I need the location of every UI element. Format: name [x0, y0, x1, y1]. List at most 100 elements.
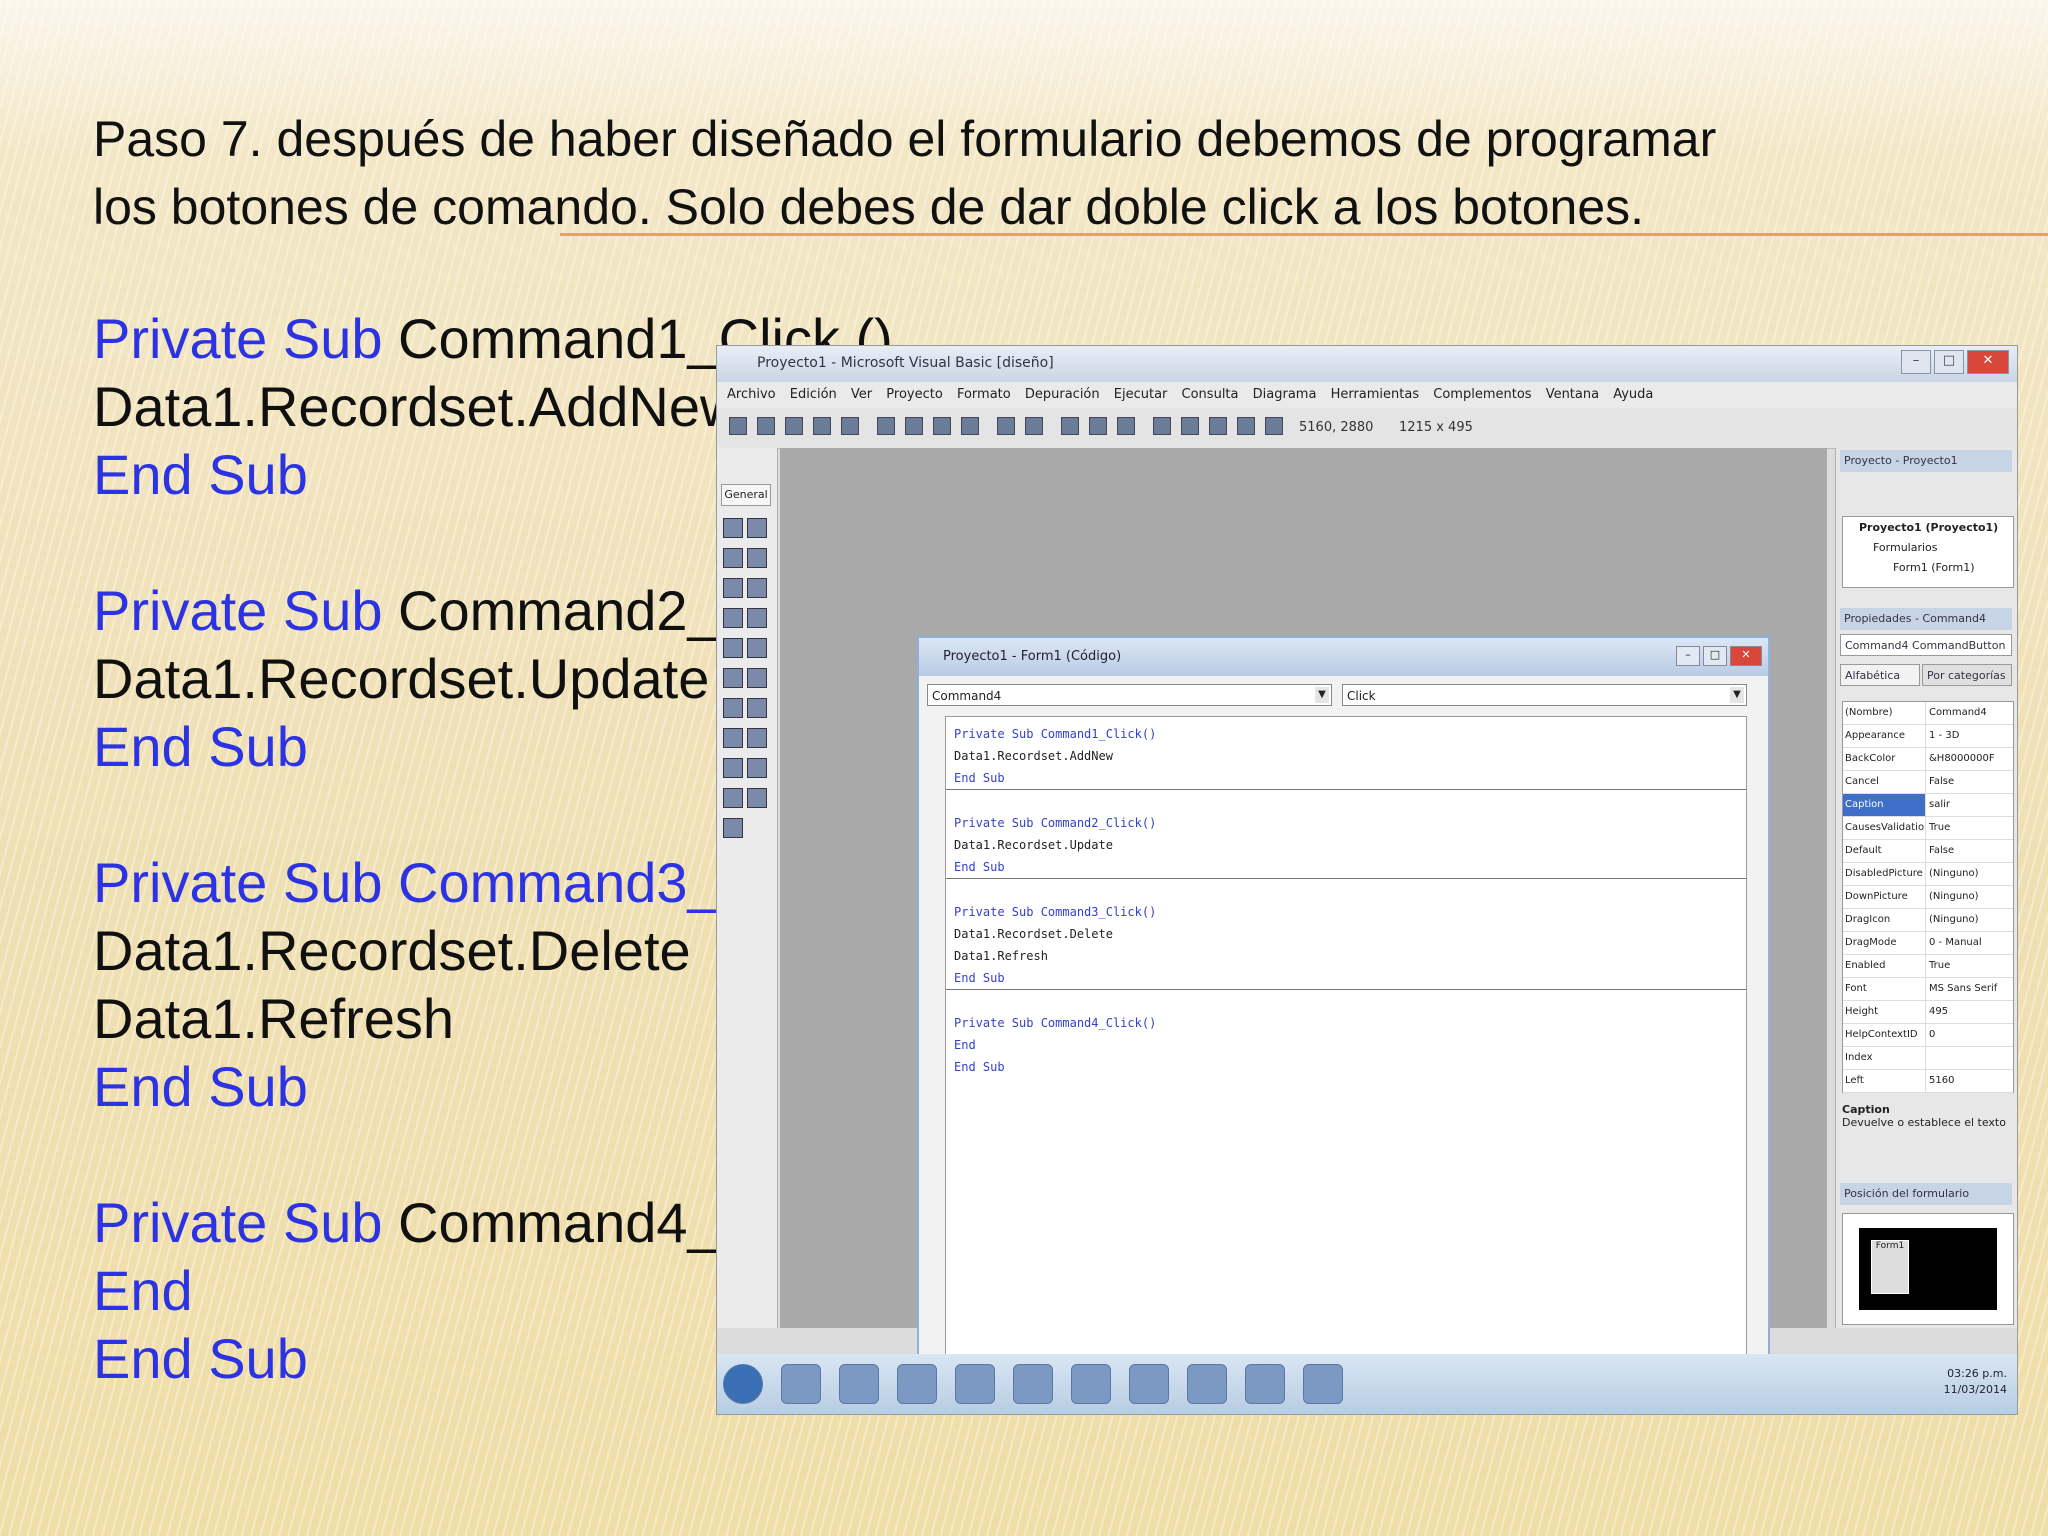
menu-edicion[interactable]: Edición [790, 387, 837, 402]
property-row[interactable]: DragIcon (Ninguno) [1843, 909, 2013, 932]
code-close-button[interactable]: ✕ [1730, 646, 1762, 666]
code-minimize-button[interactable]: – [1676, 646, 1700, 666]
properties-object-select[interactable]: Command4 CommandButton [1840, 634, 2012, 656]
timer-icon[interactable] [723, 698, 743, 718]
textbox-icon[interactable] [747, 548, 767, 568]
add-form-icon[interactable] [757, 417, 775, 435]
frame-icon[interactable] [723, 578, 743, 598]
combobox-icon[interactable] [723, 638, 743, 658]
dirlistbox-icon[interactable] [723, 728, 743, 748]
property-row[interactable]: Default False [1843, 840, 2013, 863]
toolbox-general-tab[interactable]: General [721, 484, 771, 506]
project-explorer-icon[interactable] [1153, 417, 1171, 435]
drivelistbox-icon[interactable] [747, 698, 767, 718]
cut-icon[interactable] [877, 417, 895, 435]
menu-formato[interactable]: Formato [957, 387, 1011, 402]
menu-consulta[interactable]: Consulta [1182, 387, 1239, 402]
object-combo[interactable]: Command4 ▼ [927, 684, 1332, 706]
visual-basic-icon[interactable] [1303, 1364, 1343, 1404]
paste-icon[interactable] [933, 417, 951, 435]
save-icon[interactable] [841, 417, 859, 435]
property-row[interactable]: DownPicture (Ninguno) [1843, 886, 2013, 909]
property-row[interactable]: Height 495 [1843, 1001, 2013, 1024]
menu-proyecto[interactable]: Proyecto [886, 387, 943, 402]
data-control-icon[interactable] [747, 788, 767, 808]
chevron-down-icon[interactable]: ▼ [1315, 687, 1329, 703]
shape-icon[interactable] [723, 758, 743, 778]
open-icon[interactable] [813, 417, 831, 435]
code-maximize-button[interactable]: □ [1703, 646, 1727, 666]
property-row[interactable]: CausesValidation True [1843, 817, 2013, 840]
app-icon[interactable] [1245, 1364, 1285, 1404]
listbox-icon[interactable] [747, 638, 767, 658]
firefox-icon[interactable] [1013, 1364, 1053, 1404]
tree-item-forms[interactable]: Formularios [1873, 541, 1938, 554]
menu-ventana[interactable]: Ventana [1546, 387, 1599, 402]
checkbox-icon[interactable] [723, 608, 743, 628]
run-icon[interactable] [1061, 417, 1079, 435]
start-icon[interactable] [723, 1364, 763, 1404]
media-player-icon[interactable] [839, 1364, 879, 1404]
property-row[interactable]: Enabled True [1843, 955, 2013, 978]
menu-ver[interactable]: Ver [851, 387, 872, 402]
toolbox-icon[interactable] [1265, 417, 1283, 435]
menu-diagrama[interactable]: Diagrama [1253, 387, 1317, 402]
property-row[interactable]: Left 5160 [1843, 1070, 2013, 1093]
copy-icon[interactable] [905, 417, 923, 435]
tab-alfabetica[interactable]: Alfabética [1840, 664, 1920, 686]
image-icon[interactable] [723, 788, 743, 808]
picturebox-icon[interactable] [747, 518, 767, 538]
property-row[interactable]: Appearance 1 - 3D [1843, 725, 2013, 748]
tree-item-form1[interactable]: Form1 (Form1) [1893, 561, 1975, 574]
property-row[interactable]: BackColor &H8000000F [1843, 748, 2013, 771]
menu-ayuda[interactable]: Ayuda [1613, 387, 1653, 402]
menu-ejecutar[interactable]: Ejecutar [1114, 387, 1168, 402]
property-row[interactable]: DisabledPicture (Ninguno) [1843, 863, 2013, 886]
hscroll-icon[interactable] [723, 668, 743, 688]
stop-icon[interactable] [1117, 417, 1135, 435]
label-icon[interactable] [723, 548, 743, 568]
menu-herramientas[interactable]: Herramientas [1331, 387, 1420, 402]
messenger-icon[interactable] [1071, 1364, 1111, 1404]
internet-explorer-icon[interactable] [781, 1364, 821, 1404]
property-row[interactable]: HelpContextID 0 [1843, 1024, 2013, 1047]
property-row[interactable]: DragMode 0 - Manual [1843, 932, 2013, 955]
line-icon[interactable] [747, 758, 767, 778]
chevron-down-icon[interactable]: ▼ [1730, 687, 1744, 703]
property-row[interactable]: Index [1843, 1047, 2013, 1070]
browser-icon[interactable] [897, 1364, 937, 1404]
form-layout-icon[interactable] [1209, 417, 1227, 435]
property-row[interactable]: Cancel False [1843, 771, 2013, 794]
tree-item-project[interactable]: Proyecto1 (Proyecto1) [1859, 521, 1998, 534]
optionbutton-icon[interactable] [747, 608, 767, 628]
app-icon[interactable] [1187, 1364, 1227, 1404]
object-browser-icon[interactable] [1237, 417, 1255, 435]
filelistbox-icon[interactable] [747, 728, 767, 748]
form1-preview[interactable]: Form1 [1871, 1240, 1909, 1294]
undo-icon[interactable] [997, 417, 1015, 435]
app-icon[interactable] [1129, 1364, 1169, 1404]
minimize-button[interactable]: – [1901, 350, 1931, 374]
maximize-button[interactable]: □ [1934, 350, 1964, 374]
pause-icon[interactable] [1089, 417, 1107, 435]
menu-complementos[interactable]: Complementos [1433, 387, 1531, 402]
taskbar-clock[interactable]: 03:26 p.m. 11/03/2014 [1944, 1366, 2007, 1398]
property-row-selected[interactable]: Caption salir [1843, 794, 2013, 817]
ole-icon[interactable] [723, 818, 743, 838]
menu-editor-icon[interactable] [785, 417, 803, 435]
find-icon[interactable] [961, 417, 979, 435]
procedure-combo[interactable]: Click ▼ [1342, 684, 1747, 706]
redo-icon[interactable] [1025, 417, 1043, 435]
add-project-icon[interactable] [729, 417, 747, 435]
close-button[interactable]: ✕ [1967, 350, 2009, 374]
properties-icon[interactable] [1181, 417, 1199, 435]
menu-archivo[interactable]: Archivo [727, 387, 776, 402]
code-editor[interactable]: Private Sub Command1_Click() Data1.Recor… [945, 716, 1747, 1363]
property-row[interactable]: Font MS Sans Serif [1843, 978, 2013, 1001]
pointer-icon[interactable] [723, 518, 743, 538]
app-icon[interactable] [955, 1364, 995, 1404]
property-row[interactable]: (Nombre) Command4 [1843, 702, 2013, 725]
commandbutton-icon[interactable] [747, 578, 767, 598]
tab-por-categorias[interactable]: Por categorías [1922, 664, 2012, 686]
menu-depuracion[interactable]: Depuración [1025, 387, 1100, 402]
